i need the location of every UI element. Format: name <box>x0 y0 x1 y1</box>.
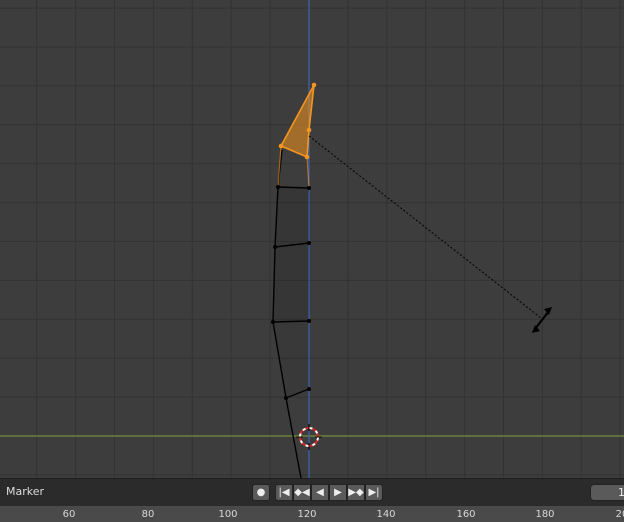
ruler-tick: 80 <box>141 509 155 520</box>
mesh-face[interactable] <box>273 321 309 398</box>
record-button[interactable]: ● <box>252 484 270 501</box>
ruler-tick: 140 <box>376 509 396 520</box>
play-reverse-button[interactable]: ◀ <box>311 484 329 501</box>
record-icon: ● <box>256 487 266 498</box>
timeline-header: Marker ● |◀ ◆◀ ◀ ▶ ▶◆ ▶| 1 <box>0 478 624 506</box>
ruler-tick: 180 <box>535 509 555 520</box>
ruler-tick: 20 <box>615 509 624 520</box>
viewport-canvas[interactable] <box>0 0 624 478</box>
ruler-tick: 160 <box>456 509 476 520</box>
jump-end-button[interactable]: ▶| <box>365 484 383 501</box>
play-reverse-icon: ◀ <box>316 487 324 498</box>
ruler-tick: 120 <box>297 509 317 520</box>
ruler-tick: 60 <box>62 509 76 520</box>
jump-end-icon: ▶| <box>368 487 380 498</box>
next-keyframe-icon: ▶◆ <box>348 487 364 498</box>
prev-keyframe-button[interactable]: ◆◀ <box>293 484 311 501</box>
play-icon: ▶ <box>334 487 342 498</box>
prev-keyframe-icon: ◆◀ <box>294 487 310 498</box>
current-frame-field[interactable]: 1 <box>590 484 624 501</box>
play-button[interactable]: ▶ <box>329 484 347 501</box>
timeline-ruler[interactable]: 60 80 100 120 140 160 180 20 <box>0 506 624 522</box>
playback-controls: ● |◀ ◆◀ ◀ ▶ ▶◆ ▶| <box>252 484 383 501</box>
mesh-face[interactable] <box>273 243 309 322</box>
jump-start-icon: |◀ <box>278 487 290 498</box>
marker-menu[interactable]: Marker <box>6 485 44 498</box>
3d-viewport[interactable] <box>0 0 624 478</box>
jump-start-button[interactable]: |◀ <box>275 484 293 501</box>
mesh-face[interactable] <box>275 187 309 247</box>
viewport-grid <box>0 0 624 478</box>
next-keyframe-button[interactable]: ▶◆ <box>347 484 365 501</box>
ruler-tick: 100 <box>218 509 238 520</box>
